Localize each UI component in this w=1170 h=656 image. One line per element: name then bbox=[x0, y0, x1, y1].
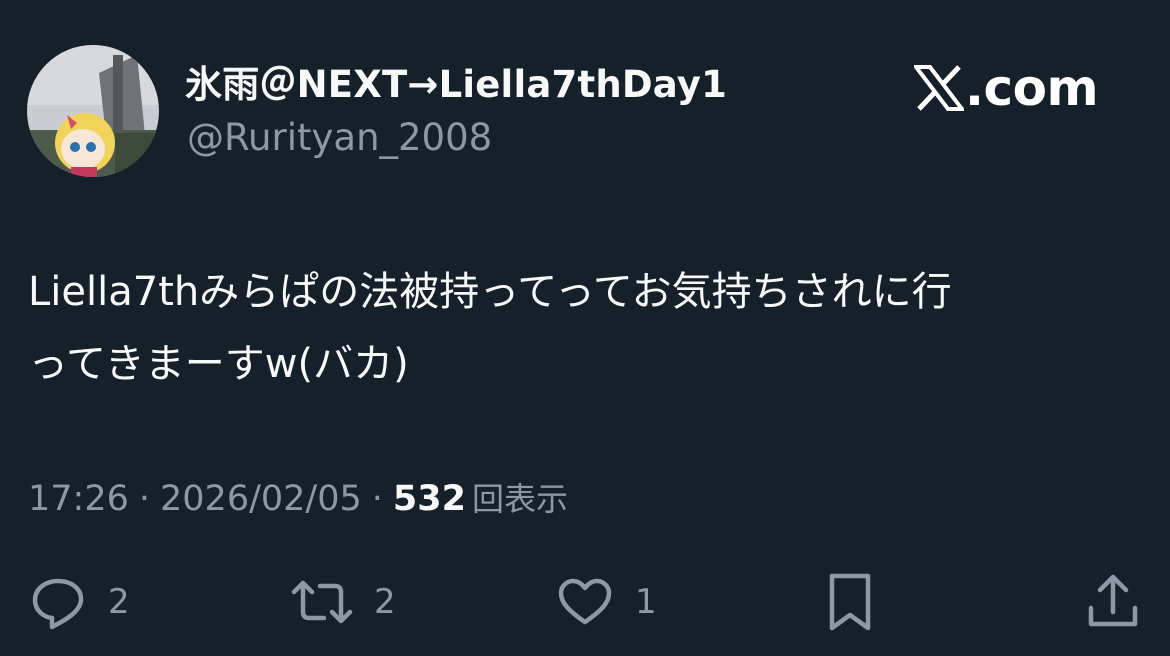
tweet-time[interactable]: 17:26 bbox=[28, 474, 129, 524]
meta-separator: · bbox=[371, 479, 383, 519]
author-handle[interactable]: @Rurityan_2008 bbox=[187, 113, 492, 163]
tweet-text: Liella7thみらぱの法被持ってってお気持ちされに行 ってきまーすw(バカ) bbox=[28, 269, 952, 387]
share-icon bbox=[1088, 574, 1138, 627]
bookmark-icon bbox=[829, 573, 871, 631]
reply-icon bbox=[32, 578, 84, 630]
tweet-meta: 17:26 · 2026/02/05 · 532 回表示 bbox=[28, 474, 568, 524]
views-label: 回表示 bbox=[471, 480, 568, 518]
tweet-date[interactable]: 2026/02/05 bbox=[160, 474, 362, 524]
bookmark-button[interactable] bbox=[825, 572, 875, 632]
x-logo-icon bbox=[914, 65, 964, 111]
retweet-icon bbox=[291, 580, 353, 624]
views-count: 532 bbox=[392, 479, 466, 519]
brand-logo: .com bbox=[914, 58, 1099, 118]
reply-button[interactable]: 2 bbox=[28, 572, 130, 632]
retweet-button[interactable]: 2 bbox=[290, 572, 396, 632]
meta-separator: · bbox=[138, 479, 151, 519]
brand-text: .com bbox=[965, 59, 1099, 117]
like-button[interactable]: 1 bbox=[555, 572, 657, 632]
action-bar: 2 2 1 bbox=[0, 572, 1170, 632]
retweet-count: 2 bbox=[374, 582, 396, 622]
author-display-name[interactable]: 氷雨＠NEXT→Liella7thDay1 bbox=[185, 60, 727, 110]
avatar[interactable] bbox=[27, 45, 159, 177]
heart-icon bbox=[558, 578, 612, 625]
avatar-image bbox=[27, 45, 159, 177]
reply-count: 2 bbox=[108, 582, 130, 622]
share-button[interactable] bbox=[1085, 572, 1141, 632]
like-count: 1 bbox=[635, 582, 657, 622]
